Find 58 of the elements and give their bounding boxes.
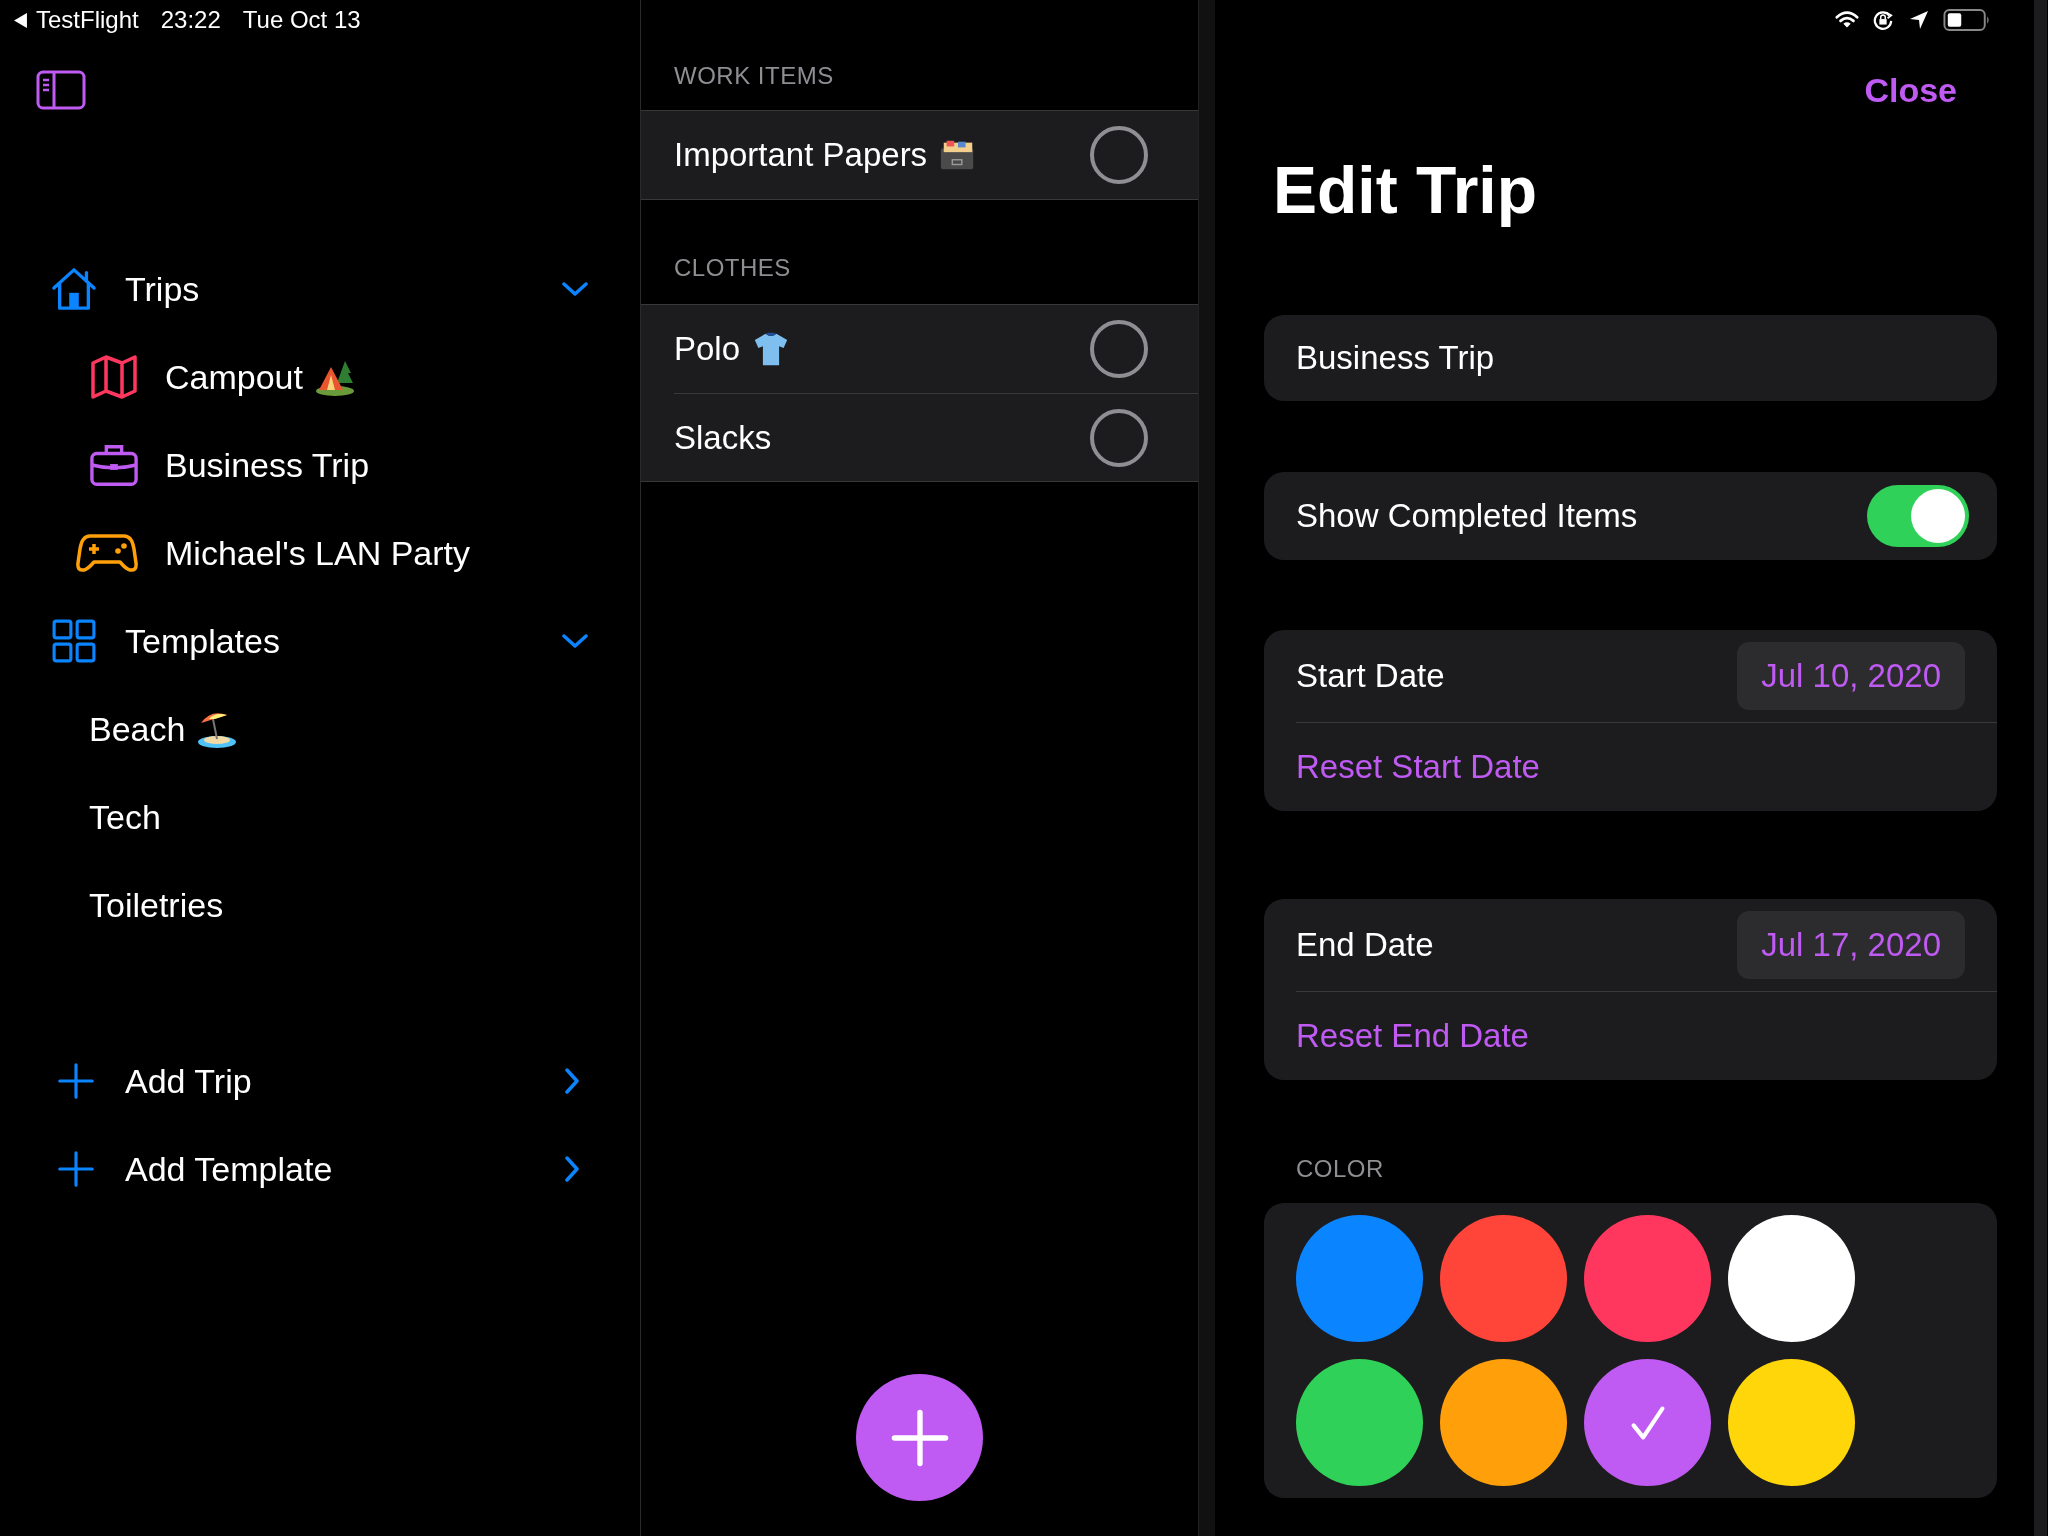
battery-icon [1943,8,1991,32]
sidebar-item[interactable]: Tech [0,773,640,861]
checkbox-circle[interactable] [1090,320,1148,378]
page-title: Edit Trip [1273,152,1538,229]
sidebar-section[interactable]: Templates [0,597,640,685]
item-label: Polo [674,330,741,368]
reset-date-button[interactable]: Reset Start Date [1296,748,1540,786]
grid-icon [50,619,98,663]
section-header: WORK ITEMS [674,62,834,90]
chevron-icon[interactable] [562,281,588,297]
trip-name-field[interactable]: Business Trip [1264,315,1997,401]
item-label: Beach [89,709,186,749]
date-picker-button[interactable]: Jul 17, 2020 [1737,911,1965,979]
plus-icon [58,1151,94,1187]
rotation-lock-icon [1871,10,1895,30]
item-label: Toiletries [89,885,224,925]
checkbox-circle[interactable] [1090,126,1148,184]
reset-date-button[interactable]: Reset End Date [1296,1017,1529,1055]
status-date: Tue Oct 13 [242,6,361,34]
date-label: End Date [1296,926,1434,964]
section-label: Templates [125,621,280,661]
date-picker-button[interactable]: Jul 10, 2020 [1737,642,1965,710]
section-header: COLOR [1296,1155,1384,1183]
sidebar-item[interactable]: Business Trip [0,421,640,509]
sidebar-item[interactable]: Beach [0,685,640,773]
back-label[interactable]: TestFlight [36,6,139,34]
sidebar-item[interactable]: Campout [0,333,640,421]
sidebar-toggle-icon[interactable] [36,70,86,110]
section-label: Trips [125,269,200,309]
section-header: CLOTHES [674,254,791,282]
sidebar-section[interactable]: Trips [0,245,640,333]
item-label: Add Template [125,1149,333,1189]
item-label: Slacks [674,418,772,457]
item-label: Campout [165,357,303,397]
sidebar-item[interactable]: Toiletries [0,861,640,949]
list-item[interactable]: Important Papers [641,111,1198,199]
wifi-icon [1835,10,1859,30]
item-label: Michael's LAN Party [165,533,471,573]
date-label: Start Date [1296,657,1445,695]
item-label: Business Trip [165,445,370,485]
close-button[interactable]: Close [1864,70,1957,110]
chevron-right-icon [564,1156,580,1182]
add-item[interactable]: Add Trip [0,1037,640,1125]
add-item[interactable]: Add Template [0,1125,640,1213]
list-item[interactable]: Polo [641,305,1198,393]
chevron-icon[interactable] [562,633,588,649]
status-time: 23:22 [160,6,221,34]
back-arrow-icon[interactable] [14,12,27,28]
chevron-right-icon [564,1068,580,1094]
toggle-label: Show Completed Items [1296,497,1638,535]
plus-icon [58,1063,94,1099]
item-label: Important Papers [674,136,928,174]
checkbox-circle[interactable] [1090,408,1148,467]
list-item[interactable]: Slacks [674,393,1198,481]
house-icon [50,267,98,311]
sidebar-item[interactable]: Michael's LAN Party [0,509,640,597]
item-label: Tech [89,797,161,837]
item-label: Add Trip [125,1061,252,1101]
